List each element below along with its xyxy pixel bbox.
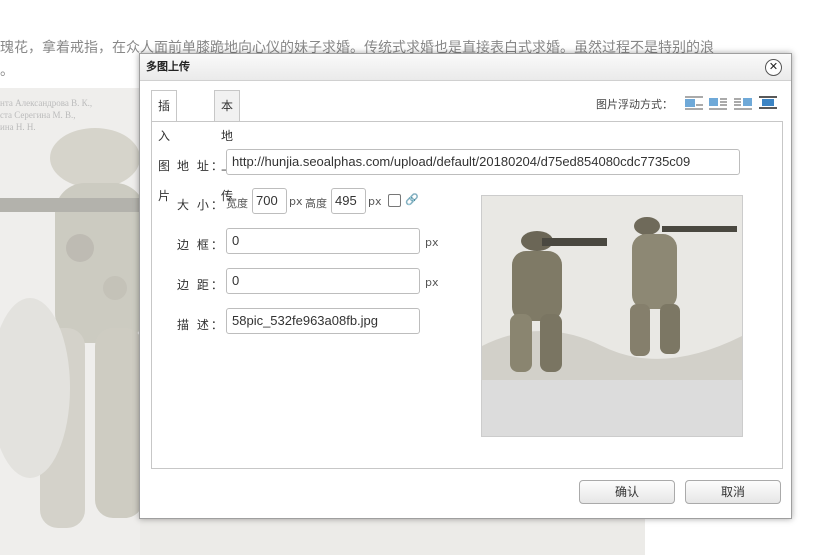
margin-label: 边 距：: [177, 278, 225, 292]
float-left-icon[interactable]: [708, 95, 728, 111]
margin-unit: px: [425, 276, 439, 289]
width-label: 宽度: [226, 197, 248, 210]
confirm-button[interactable]: 确认: [579, 480, 675, 504]
image-preview: [481, 195, 743, 437]
border-input[interactable]: 0: [226, 228, 420, 254]
height-label: 高度: [305, 197, 327, 210]
close-icon: ✕: [768, 60, 779, 73]
size-label: 大 小：: [177, 198, 225, 212]
float-none-icon[interactable]: [684, 95, 704, 111]
border-label: 边 框：: [177, 238, 225, 252]
address-label: 地 址：: [177, 159, 225, 173]
description-input[interactable]: 58pic_532fe963a08fb.jpg: [226, 308, 420, 334]
width-unit: px: [289, 195, 303, 208]
height-input[interactable]: 495: [331, 188, 366, 214]
tab-insert-image[interactable]: 插入图片: [151, 90, 178, 203]
close-button[interactable]: ✕: [765, 59, 782, 76]
tab-local-upload[interactable]: 本地上传: [214, 90, 241, 203]
cancel-button[interactable]: 取消: [685, 480, 781, 504]
dialog-title: 多图上传: [140, 54, 791, 81]
float-mode-label: 图片浮动方式：: [596, 98, 673, 111]
multi-image-upload-dialog: 多图上传 ✕ 插入图片 本地上传 图片浮动方式： 地 址： http://hun…: [139, 53, 792, 519]
address-input[interactable]: http://hunjia.seoalphas.com/upload/defau…: [226, 149, 740, 175]
margin-input[interactable]: 0: [226, 268, 420, 294]
lock-icon: 🔗: [405, 193, 419, 206]
height-unit: px: [368, 195, 382, 208]
border-unit: px: [425, 236, 439, 249]
lock-ratio-checkbox[interactable]: [388, 194, 401, 207]
preview-image: [482, 196, 742, 436]
description-label: 描 述：: [177, 318, 225, 332]
float-right-icon[interactable]: [733, 95, 753, 111]
float-center-icon[interactable]: [758, 95, 778, 111]
width-input[interactable]: 700: [252, 188, 287, 214]
